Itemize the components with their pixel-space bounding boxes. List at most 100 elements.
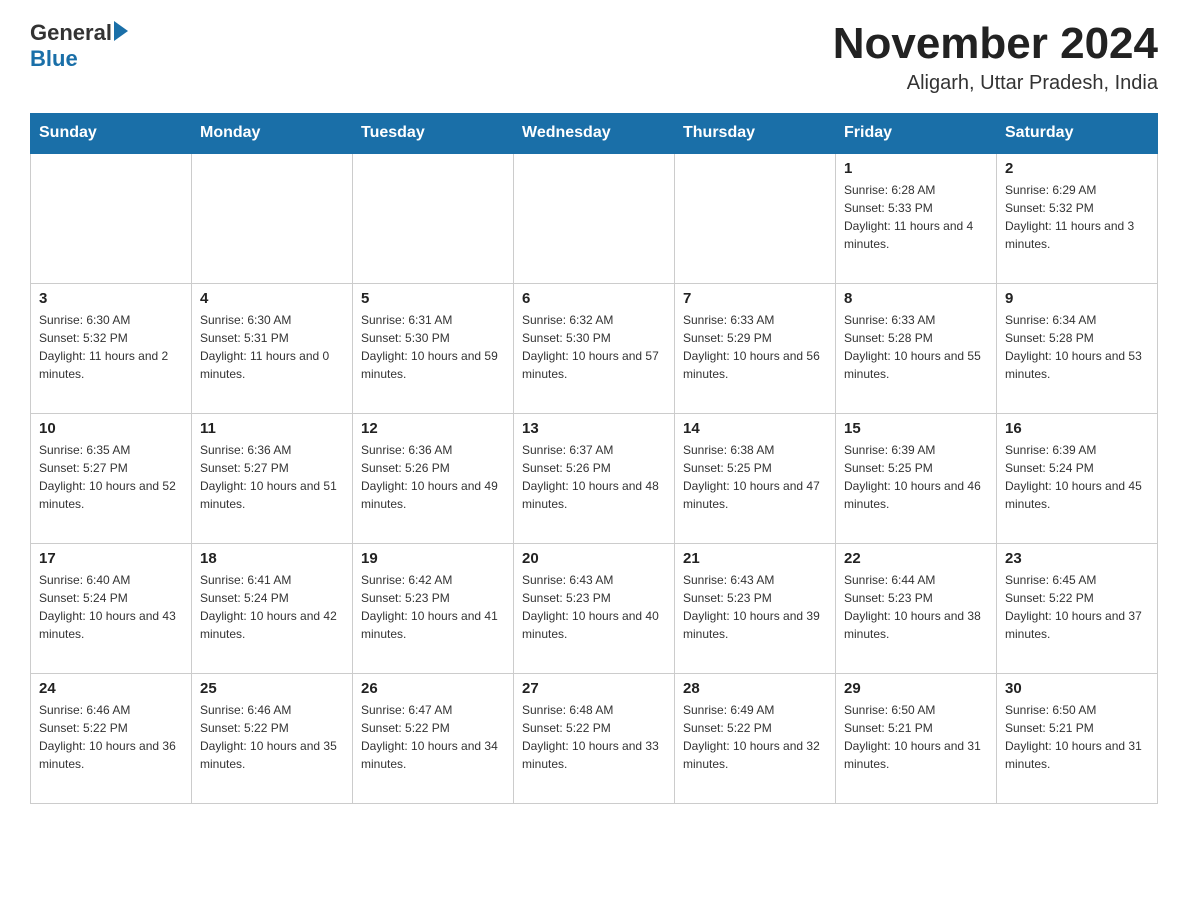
- calendar-day-cell: [192, 153, 353, 283]
- logo-text-general: General: [30, 20, 112, 46]
- day-of-week-header: Sunday: [31, 114, 192, 154]
- day-info: Sunrise: 6:44 AM Sunset: 5:23 PM Dayligh…: [844, 571, 988, 643]
- calendar-day-cell: 6 Sunrise: 6:32 AM Sunset: 5:30 PM Daylig…: [514, 283, 675, 413]
- day-info: Sunrise: 6:28 AM Sunset: 5:33 PM Dayligh…: [844, 181, 988, 253]
- day-number: 14: [683, 420, 827, 437]
- day-number: 30: [1005, 680, 1149, 697]
- month-title: November 2024: [833, 20, 1158, 68]
- day-number: 6: [522, 290, 666, 307]
- day-info: Sunrise: 6:32 AM Sunset: 5:30 PM Dayligh…: [522, 311, 666, 383]
- day-info: Sunrise: 6:46 AM Sunset: 5:22 PM Dayligh…: [200, 701, 344, 773]
- calendar-day-cell: 7 Sunrise: 6:33 AM Sunset: 5:29 PM Daylig…: [675, 283, 836, 413]
- day-number: 9: [1005, 290, 1149, 307]
- calendar-day-cell: 9 Sunrise: 6:34 AM Sunset: 5:28 PM Daylig…: [997, 283, 1158, 413]
- day-number: 10: [39, 420, 183, 437]
- day-info: Sunrise: 6:31 AM Sunset: 5:30 PM Dayligh…: [361, 311, 505, 383]
- calendar-day-cell: 29 Sunrise: 6:50 AM Sunset: 5:21 PM Dayli…: [836, 673, 997, 803]
- calendar-day-cell: 11Sunrise: 6:36 AM Sunset: 5:27 PM Dayli…: [192, 413, 353, 543]
- day-number: 11: [200, 420, 344, 437]
- calendar-day-cell: 3 Sunrise: 6:30 AM Sunset: 5:32 PM Daylig…: [31, 283, 192, 413]
- day-number: 5: [361, 290, 505, 307]
- day-number: 25: [200, 680, 344, 697]
- calendar-day-cell: 21Sunrise: 6:43 AM Sunset: 5:23 PM Dayli…: [675, 543, 836, 673]
- calendar-day-cell: 14Sunrise: 6:38 AM Sunset: 5:25 PM Dayli…: [675, 413, 836, 543]
- day-number: 18: [200, 550, 344, 567]
- day-of-week-header: Wednesday: [514, 114, 675, 154]
- calendar-day-cell: [514, 153, 675, 283]
- calendar-day-cell: 10 Sunrise: 6:35 AM Sunset: 5:27 PM Dayli…: [31, 413, 192, 543]
- calendar-week-row: 10 Sunrise: 6:35 AM Sunset: 5:27 PM Dayli…: [31, 413, 1158, 543]
- day-number: 29: [844, 680, 988, 697]
- calendar-day-cell: 25 Sunrise: 6:46 AM Sunset: 5:22 PM Dayli…: [192, 673, 353, 803]
- day-number: 17: [39, 550, 183, 567]
- day-info: Sunrise: 6:49 AM Sunset: 5:22 PM Dayligh…: [683, 701, 827, 773]
- calendar-day-cell: 26 Sunrise: 6:47 AM Sunset: 5:22 PM Dayli…: [353, 673, 514, 803]
- logo: General Blue: [30, 20, 128, 72]
- day-number: 22: [844, 550, 988, 567]
- day-info: Sunrise: 6:45 AM Sunset: 5:22 PM Dayligh…: [1005, 571, 1149, 643]
- day-info: Sunrise: 6:41 AM Sunset: 5:24 PM Dayligh…: [200, 571, 344, 643]
- day-number: 8: [844, 290, 988, 307]
- day-info: Sunrise: 6:33 AM Sunset: 5:29 PM Dayligh…: [683, 311, 827, 383]
- day-number: 24: [39, 680, 183, 697]
- calendar-day-cell: [353, 153, 514, 283]
- days-of-week-row: SundayMondayTuesdayWednesdayThursdayFrid…: [31, 114, 1158, 154]
- day-info: Sunrise: 6:39 AM Sunset: 5:25 PM Dayligh…: [844, 441, 988, 513]
- day-number: 3: [39, 290, 183, 307]
- day-number: 23: [1005, 550, 1149, 567]
- day-number: 1: [844, 160, 988, 177]
- calendar-day-cell: 18 Sunrise: 6:41 AM Sunset: 5:24 PM Dayli…: [192, 543, 353, 673]
- calendar-day-cell: 2Sunrise: 6:29 AM Sunset: 5:32 PM Daylig…: [997, 153, 1158, 283]
- day-info: Sunrise: 6:29 AM Sunset: 5:32 PM Dayligh…: [1005, 181, 1149, 253]
- day-info: Sunrise: 6:33 AM Sunset: 5:28 PM Dayligh…: [844, 311, 988, 383]
- day-info: Sunrise: 6:40 AM Sunset: 5:24 PM Dayligh…: [39, 571, 183, 643]
- calendar-day-cell: 28 Sunrise: 6:49 AM Sunset: 5:22 PM Dayli…: [675, 673, 836, 803]
- calendar-day-cell: [675, 153, 836, 283]
- calendar-day-cell: 12Sunrise: 6:36 AM Sunset: 5:26 PM Dayli…: [353, 413, 514, 543]
- page-header: General Blue November 2024 Aligarh, Utta…: [30, 20, 1158, 95]
- day-number: 19: [361, 550, 505, 567]
- day-number: 26: [361, 680, 505, 697]
- day-number: 15: [844, 420, 988, 437]
- calendar-week-row: 17 Sunrise: 6:40 AM Sunset: 5:24 PM Dayli…: [31, 543, 1158, 673]
- day-of-week-header: Saturday: [997, 114, 1158, 154]
- calendar-day-cell: 30Sunrise: 6:50 AM Sunset: 5:21 PM Dayli…: [997, 673, 1158, 803]
- calendar-day-cell: 16Sunrise: 6:39 AM Sunset: 5:24 PM Dayli…: [997, 413, 1158, 543]
- logo-text-blue: Blue: [30, 46, 78, 72]
- day-number: 21: [683, 550, 827, 567]
- day-info: Sunrise: 6:35 AM Sunset: 5:27 PM Dayligh…: [39, 441, 183, 513]
- day-of-week-header: Thursday: [675, 114, 836, 154]
- day-info: Sunrise: 6:50 AM Sunset: 5:21 PM Dayligh…: [844, 701, 988, 773]
- calendar-day-cell: 13 Sunrise: 6:37 AM Sunset: 5:26 PM Dayli…: [514, 413, 675, 543]
- day-info: Sunrise: 6:37 AM Sunset: 5:26 PM Dayligh…: [522, 441, 666, 513]
- day-number: 7: [683, 290, 827, 307]
- day-info: Sunrise: 6:47 AM Sunset: 5:22 PM Dayligh…: [361, 701, 505, 773]
- day-info: Sunrise: 6:34 AM Sunset: 5:28 PM Dayligh…: [1005, 311, 1149, 383]
- day-info: Sunrise: 6:48 AM Sunset: 5:22 PM Dayligh…: [522, 701, 666, 773]
- day-of-week-header: Tuesday: [353, 114, 514, 154]
- day-info: Sunrise: 6:39 AM Sunset: 5:24 PM Dayligh…: [1005, 441, 1149, 513]
- title-section: November 2024 Aligarh, Uttar Pradesh, In…: [833, 20, 1158, 95]
- day-number: 4: [200, 290, 344, 307]
- calendar-week-row: 3 Sunrise: 6:30 AM Sunset: 5:32 PM Daylig…: [31, 283, 1158, 413]
- day-info: Sunrise: 6:36 AM Sunset: 5:26 PM Dayligh…: [361, 441, 505, 513]
- calendar-day-cell: 20Sunrise: 6:43 AM Sunset: 5:23 PM Dayli…: [514, 543, 675, 673]
- day-info: Sunrise: 6:42 AM Sunset: 5:23 PM Dayligh…: [361, 571, 505, 643]
- logo-arrow-icon: [114, 21, 128, 41]
- calendar-day-cell: [31, 153, 192, 283]
- calendar-table: SundayMondayTuesdayWednesdayThursdayFrid…: [30, 113, 1158, 804]
- day-number: 28: [683, 680, 827, 697]
- calendar-day-cell: 27Sunrise: 6:48 AM Sunset: 5:22 PM Dayli…: [514, 673, 675, 803]
- calendar-day-cell: 1 Sunrise: 6:28 AM Sunset: 5:33 PM Daylig…: [836, 153, 997, 283]
- day-info: Sunrise: 6:30 AM Sunset: 5:32 PM Dayligh…: [39, 311, 183, 383]
- calendar-day-cell: 24Sunrise: 6:46 AM Sunset: 5:22 PM Dayli…: [31, 673, 192, 803]
- day-number: 13: [522, 420, 666, 437]
- calendar-day-cell: 19 Sunrise: 6:42 AM Sunset: 5:23 PM Dayli…: [353, 543, 514, 673]
- calendar-day-cell: 5 Sunrise: 6:31 AM Sunset: 5:30 PM Daylig…: [353, 283, 514, 413]
- day-info: Sunrise: 6:30 AM Sunset: 5:31 PM Dayligh…: [200, 311, 344, 383]
- calendar-day-cell: 8 Sunrise: 6:33 AM Sunset: 5:28 PM Daylig…: [836, 283, 997, 413]
- calendar-day-cell: 23 Sunrise: 6:45 AM Sunset: 5:22 PM Dayli…: [997, 543, 1158, 673]
- calendar-day-cell: 22 Sunrise: 6:44 AM Sunset: 5:23 PM Dayli…: [836, 543, 997, 673]
- calendar-day-cell: 4 Sunrise: 6:30 AM Sunset: 5:31 PM Daylig…: [192, 283, 353, 413]
- day-info: Sunrise: 6:43 AM Sunset: 5:23 PM Dayligh…: [522, 571, 666, 643]
